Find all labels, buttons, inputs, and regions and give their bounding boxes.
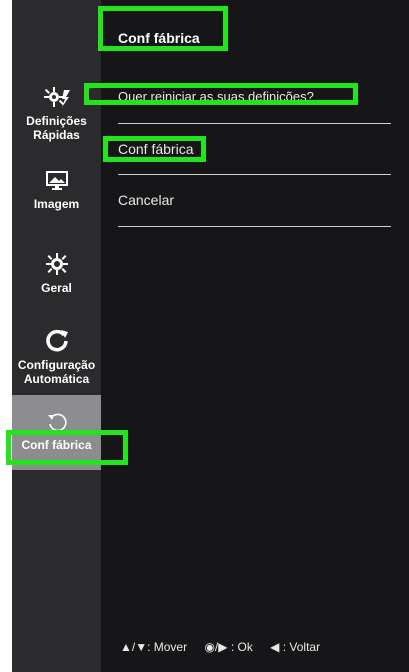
- sidebar-item-general[interactable]: Geral: [12, 253, 101, 295]
- sidebar-item-factory-reset[interactable]: Conf fábrica: [12, 395, 101, 470]
- option-factory-reset[interactable]: Conf fábrica: [118, 141, 193, 157]
- footer-hints: ▲/▼: Mover ◉/▶ : Ok ◀ : Voltar: [120, 640, 334, 654]
- sidebar-item-label: Geral: [41, 281, 72, 295]
- sidebar-item-auto-config[interactable]: Configuração Automática: [12, 328, 101, 386]
- quick-settings-icon: [12, 86, 101, 111]
- hint-ok: ◉/▶ : Ok: [204, 640, 253, 654]
- hint-back: ◀ : Voltar: [270, 640, 321, 654]
- picture-icon: [12, 171, 101, 194]
- gear-icon: [12, 253, 101, 278]
- sidebar-item-picture[interactable]: Imagem: [12, 171, 101, 211]
- option-cancel[interactable]: Cancelar: [118, 192, 174, 208]
- sidebar-item-label-line2: Rápidas: [33, 128, 80, 142]
- divider: [118, 226, 391, 227]
- reset-question: Quer reiniciar as suas definições?: [118, 89, 314, 104]
- divider: [118, 123, 391, 124]
- sidebar-item-label-line1: Configuração: [17, 358, 96, 372]
- hint-move: ▲/▼: Mover: [120, 640, 188, 654]
- sidebar: Definições Rápidas Imagem Geral Configur…: [12, 0, 101, 672]
- divider: [118, 174, 391, 175]
- sidebar-item-label: Conf fábrica: [21, 438, 92, 452]
- sidebar-item-quick-settings[interactable]: Definições Rápidas: [12, 86, 101, 142]
- page-title: Conf fábrica: [118, 30, 200, 46]
- sidebar-item-label-line2: Automática: [23, 372, 90, 386]
- auto-config-icon: [12, 328, 101, 355]
- sidebar-item-label-line1: Definições: [26, 114, 87, 128]
- sidebar-item-label: Imagem: [33, 197, 80, 211]
- reset-icon: [12, 412, 101, 435]
